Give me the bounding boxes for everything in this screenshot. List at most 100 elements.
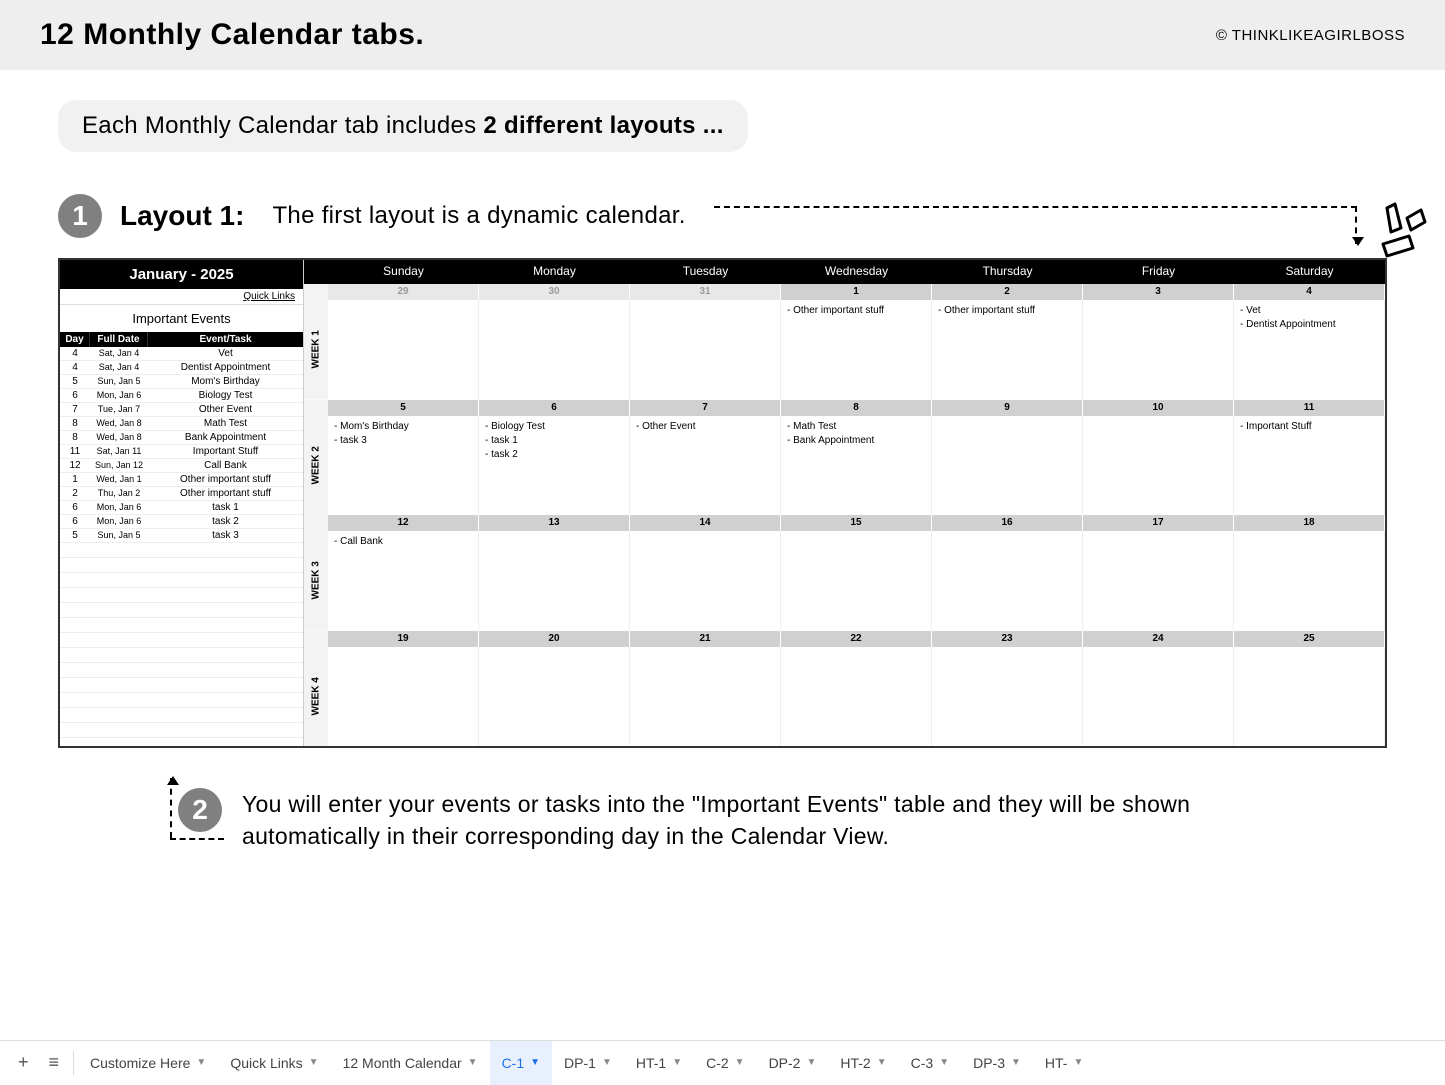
sheet-tab[interactable]: C-1▼: [490, 1041, 552, 1085]
event-row[interactable]: 4Sat, Jan 4Vet: [60, 347, 303, 361]
event-row[interactable]: 7Tue, Jan 7Other Event: [60, 403, 303, 417]
calendar-cell[interactable]: [1234, 647, 1385, 747]
sheet-tab[interactable]: DP-3▼: [961, 1041, 1033, 1085]
date-cell[interactable]: 10: [1083, 400, 1234, 416]
date-cell[interactable]: 9: [932, 400, 1083, 416]
event-row[interactable]: 12Sun, Jan 12Call Bank: [60, 459, 303, 473]
empty-row[interactable]: [60, 618, 303, 633]
calendar-cell[interactable]: - Vet - Dentist Appointment: [1234, 300, 1385, 400]
date-cell[interactable]: 23: [932, 631, 1083, 647]
event-row[interactable]: 2Thu, Jan 2Other important stuff: [60, 487, 303, 501]
date-cell[interactable]: 22: [781, 631, 932, 647]
calendar-cell[interactable]: - Math Test - Bank Appointment: [781, 416, 932, 516]
quick-links-link[interactable]: Quick Links: [60, 289, 303, 305]
calendar-cell[interactable]: [328, 300, 479, 400]
empty-row[interactable]: [60, 663, 303, 678]
calendar-cell[interactable]: [1083, 300, 1234, 400]
date-cell[interactable]: 2: [932, 284, 1083, 300]
empty-row[interactable]: [60, 588, 303, 603]
empty-row[interactable]: [60, 693, 303, 708]
calendar-cell[interactable]: [932, 416, 1083, 516]
calendar-cell[interactable]: [1083, 416, 1234, 516]
date-cell[interactable]: 1: [781, 284, 932, 300]
calendar-cell[interactable]: [630, 647, 781, 747]
calendar-cell[interactable]: - Other important stuff: [932, 300, 1083, 400]
calendar-cell[interactable]: [781, 647, 932, 747]
empty-row[interactable]: [60, 678, 303, 693]
calendar-cell[interactable]: [932, 647, 1083, 747]
sheet-tab[interactable]: DP-2▼: [757, 1041, 829, 1085]
event-row[interactable]: 8Wed, Jan 8Math Test: [60, 417, 303, 431]
empty-row[interactable]: [60, 738, 303, 746]
date-cell[interactable]: 30: [479, 284, 630, 300]
date-cell[interactable]: 19: [328, 631, 479, 647]
all-sheets-button[interactable]: ≡: [39, 1052, 70, 1073]
empty-row[interactable]: [60, 708, 303, 723]
empty-row[interactable]: [60, 648, 303, 663]
calendar-cell[interactable]: - Biology Test - task 1 - task 2: [479, 416, 630, 516]
date-cell[interactable]: 7: [630, 400, 781, 416]
date-cell[interactable]: 11: [1234, 400, 1385, 416]
calendar-cell[interactable]: [1083, 531, 1234, 631]
date-cell[interactable]: 16: [932, 515, 1083, 531]
date-cell[interactable]: 18: [1234, 515, 1385, 531]
date-cell[interactable]: 5: [328, 400, 479, 416]
add-sheet-button[interactable]: +: [8, 1052, 39, 1073]
calendar-cell[interactable]: [630, 531, 781, 631]
sheet-tab[interactable]: HT-▼: [1033, 1041, 1095, 1085]
sheet-tab[interactable]: Customize Here▼: [78, 1041, 218, 1085]
empty-row[interactable]: [60, 573, 303, 588]
calendar-cell[interactable]: - Other important stuff: [781, 300, 932, 400]
calendar-cell[interactable]: - Important Stuff: [1234, 416, 1385, 516]
event-row[interactable]: 6Mon, Jan 6task 1: [60, 501, 303, 515]
calendar-cell[interactable]: [479, 300, 630, 400]
sheet-tab[interactable]: HT-2▼: [828, 1041, 898, 1085]
calendar-cell[interactable]: [630, 300, 781, 400]
calendar-cell[interactable]: [328, 647, 479, 747]
event-row[interactable]: 5Sun, Jan 5task 3: [60, 529, 303, 543]
calendar-cell[interactable]: - Other Event: [630, 416, 781, 516]
calendar-cell[interactable]: - Call Bank: [328, 531, 479, 631]
event-row[interactable]: 8Wed, Jan 8Bank Appointment: [60, 431, 303, 445]
date-cell[interactable]: 25: [1234, 631, 1385, 647]
empty-row[interactable]: [60, 558, 303, 573]
calendar-cell[interactable]: [479, 647, 630, 747]
calendar-cell[interactable]: [479, 531, 630, 631]
date-cell[interactable]: 29: [328, 284, 479, 300]
empty-row[interactable]: [60, 633, 303, 648]
date-cell[interactable]: 24: [1083, 631, 1234, 647]
calendar-cell[interactable]: [1083, 647, 1234, 747]
date-cell[interactable]: 17: [1083, 515, 1234, 531]
event-row[interactable]: 1Wed, Jan 1Other important stuff: [60, 473, 303, 487]
calendar-cell[interactable]: [932, 531, 1083, 631]
sheet-tab[interactable]: Quick Links▼: [218, 1041, 330, 1085]
date-cell[interactable]: 13: [479, 515, 630, 531]
sheet-tab[interactable]: C-3▼: [899, 1041, 961, 1085]
date-cell[interactable]: 31: [630, 284, 781, 300]
date-cell[interactable]: 4: [1234, 284, 1385, 300]
date-cell[interactable]: 14: [630, 515, 781, 531]
event-row[interactable]: 5Sun, Jan 5Mom's Birthday: [60, 375, 303, 389]
empty-row[interactable]: [60, 543, 303, 558]
sheet-tab[interactable]: HT-1▼: [624, 1041, 694, 1085]
event-row[interactable]: 6Mon, Jan 6Biology Test: [60, 389, 303, 403]
event-row[interactable]: 6Mon, Jan 6task 2: [60, 515, 303, 529]
date-cell[interactable]: 15: [781, 515, 932, 531]
calendar-cell[interactable]: [781, 531, 932, 631]
date-cell[interactable]: 20: [479, 631, 630, 647]
events-table-body[interactable]: 4Sat, Jan 4Vet4Sat, Jan 4Dentist Appoint…: [60, 347, 303, 746]
calendar-cell[interactable]: - Mom's Birthday - task 3: [328, 416, 479, 516]
sheet-tab[interactable]: 12 Month Calendar▼: [331, 1041, 490, 1085]
event-row[interactable]: 4Sat, Jan 4Dentist Appointment: [60, 361, 303, 375]
date-cell[interactable]: 12: [328, 515, 479, 531]
calendar-cell[interactable]: [1234, 531, 1385, 631]
sheet-tab[interactable]: DP-1▼: [552, 1041, 624, 1085]
sheet-tab[interactable]: C-2▼: [694, 1041, 756, 1085]
date-cell[interactable]: 3: [1083, 284, 1234, 300]
empty-row[interactable]: [60, 723, 303, 738]
date-cell[interactable]: 8: [781, 400, 932, 416]
empty-row[interactable]: [60, 603, 303, 618]
date-cell[interactable]: 6: [479, 400, 630, 416]
date-cell[interactable]: 21: [630, 631, 781, 647]
event-row[interactable]: 11Sat, Jan 11Important Stuff: [60, 445, 303, 459]
